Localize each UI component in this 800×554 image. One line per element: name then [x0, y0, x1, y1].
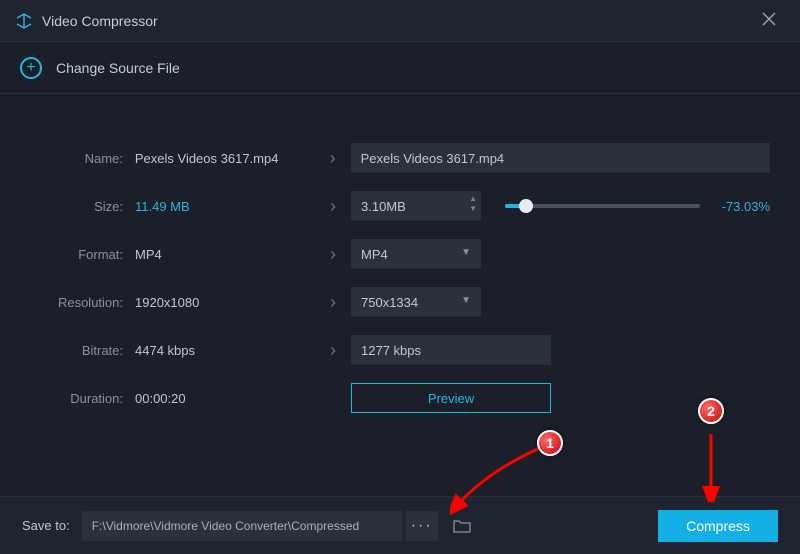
slider-track[interactable] — [505, 204, 700, 208]
label-format: Format: — [30, 247, 135, 262]
footer-bar: Save to: F:\Vidmore\Vidmore Video Conver… — [0, 496, 800, 554]
close-icon[interactable] — [754, 5, 784, 36]
preview-button[interactable]: Preview — [351, 383, 551, 413]
target-resolution-select[interactable]: 750x1334 ▼ — [351, 287, 481, 317]
target-bitrate-value[interactable]: 1277 kbps — [351, 335, 551, 365]
label-bitrate: Bitrate: — [30, 343, 135, 358]
chevron-right-icon: › — [315, 196, 351, 217]
row-resolution: Resolution: 1920x1080 › 750x1334 ▼ — [30, 278, 770, 326]
chevron-down-icon: ▼ — [461, 247, 471, 258]
row-bitrate: Bitrate: 4474 kbps › 1277 kbps — [30, 326, 770, 374]
target-name-field[interactable]: Pexels Videos 3617.mp4 — [351, 143, 770, 173]
size-slider[interactable]: -73.03% — [481, 199, 770, 214]
label-duration: Duration: — [30, 391, 135, 406]
row-size: Size: 11.49 MB › 3.10MB ▲▼ -73.03% — [30, 182, 770, 230]
row-format: Format: MP4 › MP4 ▼ — [30, 230, 770, 278]
original-format: MP4 — [135, 247, 315, 262]
target-size-value[interactable]: 3.10MB — [351, 191, 481, 221]
target-size-field[interactable]: 3.10MB ▲▼ — [351, 191, 481, 221]
chevron-right-icon: › — [315, 292, 351, 313]
change-source-label: Change Source File — [56, 60, 180, 76]
target-format-select[interactable]: MP4 ▼ — [351, 239, 481, 269]
label-name: Name: — [30, 151, 135, 166]
chevron-right-icon: › — [315, 340, 351, 361]
browse-more-button[interactable]: ··· — [406, 511, 438, 541]
chevron-right-icon: › — [315, 244, 351, 265]
original-bitrate: 4474 kbps — [135, 343, 315, 358]
compression-percent: -73.03% — [700, 199, 770, 214]
save-to-label: Save to: — [22, 518, 70, 533]
original-size: 11.49 MB — [135, 199, 315, 214]
open-folder-button[interactable] — [446, 511, 478, 541]
save-path-field[interactable]: F:\Vidmore\Vidmore Video Converter\Compr… — [82, 511, 402, 541]
callout-1: 1 — [537, 430, 563, 456]
settings-panel: Name: Pexels Videos 3617.mp4 › Pexels Vi… — [0, 94, 800, 422]
row-duration: Duration: 00:00:20 Preview — [30, 374, 770, 422]
target-name-value[interactable]: Pexels Videos 3617.mp4 — [351, 143, 770, 173]
original-resolution: 1920x1080 — [135, 295, 315, 310]
change-source-bar[interactable]: + Change Source File — [0, 42, 800, 94]
original-duration: 00:00:20 — [135, 391, 315, 406]
window-title: Video Compressor — [42, 13, 158, 29]
plus-circle-icon: + — [20, 57, 42, 79]
compress-button[interactable]: Compress — [658, 510, 778, 542]
original-name: Pexels Videos 3617.mp4 — [135, 151, 315, 166]
callout-2: 2 — [698, 398, 724, 424]
label-size: Size: — [30, 199, 135, 214]
label-resolution: Resolution: — [30, 295, 135, 310]
chevron-down-icon: ▼ — [461, 295, 471, 306]
titlebar: Video Compressor — [0, 0, 800, 42]
slider-thumb[interactable] — [519, 199, 533, 213]
annotation-arrow-2 — [696, 430, 726, 502]
stepper-up-icon[interactable]: ▲ — [469, 194, 477, 204]
chevron-right-icon: › — [315, 148, 351, 169]
stepper-down-icon[interactable]: ▼ — [469, 204, 477, 214]
app-icon — [16, 13, 32, 29]
folder-icon — [453, 519, 471, 533]
size-stepper[interactable]: ▲▼ — [469, 194, 477, 214]
target-bitrate-field[interactable]: 1277 kbps — [351, 335, 551, 365]
row-name: Name: Pexels Videos 3617.mp4 › Pexels Vi… — [30, 134, 770, 182]
